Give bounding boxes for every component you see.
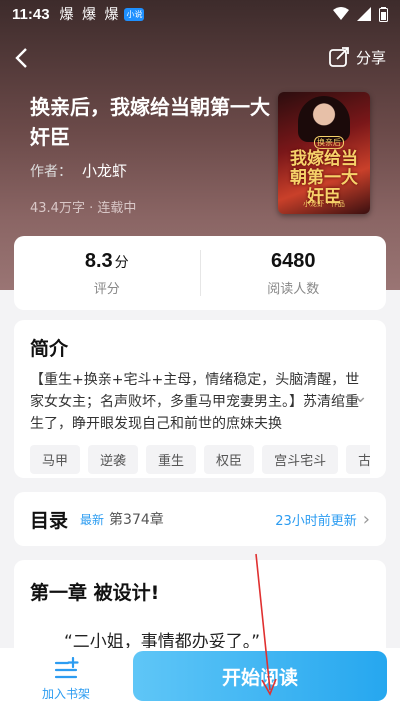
system-icons (333, 6, 388, 22)
readers-value: 6480 (271, 249, 316, 272)
notification-icons: 爆 爆 爆 (59, 7, 121, 23)
tag-chip[interactable]: 马甲 (30, 445, 81, 474)
status-time: 11:43 (12, 5, 50, 23)
synopsis-heading: 简介 (30, 338, 69, 360)
chevron-left-icon (15, 48, 27, 68)
synopsis-text[interactable]: 【重生+换亲+宅斗+主母，情绪稳定，头脑清醒，世家女女主；名声败坏，多重马甲宠妻… (30, 369, 370, 435)
stats-card: 8.3 分 评分 6480 阅读人数 (14, 236, 386, 310)
add-to-shelf-label: 加入书架 (41, 687, 90, 701)
battery-icon (379, 6, 388, 22)
share-icon (329, 47, 349, 67)
signal-icon (357, 7, 371, 21)
author-name[interactable]: 小龙虾 (82, 162, 127, 180)
readers-label: 阅读人数 (267, 281, 320, 297)
author-line[interactable]: 作者： 小龙虾 (30, 160, 127, 181)
tag-chip[interactable]: 权臣 (204, 445, 255, 474)
synopsis-card: 简介 【重生+换亲+宅斗+主母，情绪稳定，头脑清醒，世家女女主；名声败坏，多重马… (14, 320, 386, 478)
tag-chip[interactable]: 逆袭 (88, 445, 139, 474)
tag-chip[interactable]: 古代言情 (346, 445, 370, 474)
chapter-preview[interactable]: 第一章 被设计! “二小姐，事情都办妥了。” (14, 560, 386, 660)
cover-author: 小龙虾 · 作品 (303, 200, 345, 208)
share-label: 分享 (355, 48, 386, 67)
latest-label: 最新 (80, 512, 105, 527)
expand-chevron-icon[interactable]: ⌄ (353, 386, 368, 407)
score-stat[interactable]: 8.3 分 评分 (14, 236, 200, 310)
share-button[interactable]: 分享 (328, 46, 386, 68)
latest-chapter: 第374章 (109, 512, 164, 528)
chapter-title: 第一章 被设计! (30, 582, 160, 604)
tag-list: 马甲 逆袭 重生 权臣 宫斗宅斗 古代言情 (30, 445, 370, 474)
score-value: 8.3 (84, 249, 113, 272)
wifi-icon (333, 7, 349, 20)
book-cover[interactable]: 换亲后 我嫁给当朝第一大奸臣 小龙虾 · 作品 (278, 92, 370, 214)
status-bar: 11:43 爆 爆 爆 小说 (0, 0, 400, 28)
cover-tag: 换亲后 (314, 136, 344, 149)
bookshelf-add-icon (54, 657, 79, 679)
back-button[interactable] (12, 46, 40, 74)
tag-chip[interactable]: 宫斗宅斗 (262, 445, 339, 474)
toc-heading: 目录 (30, 509, 69, 532)
score-label: 评分 (93, 281, 120, 297)
start-reading-button[interactable]: 开始阅读 (133, 651, 387, 701)
update-time: 23小时前更新 (275, 513, 357, 529)
readers-stat: 6480 阅读人数 (201, 236, 387, 310)
tag-chip[interactable]: 重生 (146, 445, 197, 474)
book-meta: 43.4万字 · 连载中 (30, 201, 137, 216)
add-to-shelf-button[interactable]: 加入书架 (0, 657, 132, 702)
score-unit: 分 (114, 254, 129, 271)
author-label: 作者： (30, 164, 72, 180)
book-title: 换亲后，我嫁给当朝第一大奸臣 (30, 95, 270, 149)
app-badge-icon: 小说 (124, 7, 145, 21)
start-reading-label: 开始阅读 (221, 666, 298, 689)
table-of-contents-row[interactable]: 目录 最新 第374章 23小时前更新 › (14, 492, 386, 546)
chevron-right-icon: › (362, 508, 370, 530)
